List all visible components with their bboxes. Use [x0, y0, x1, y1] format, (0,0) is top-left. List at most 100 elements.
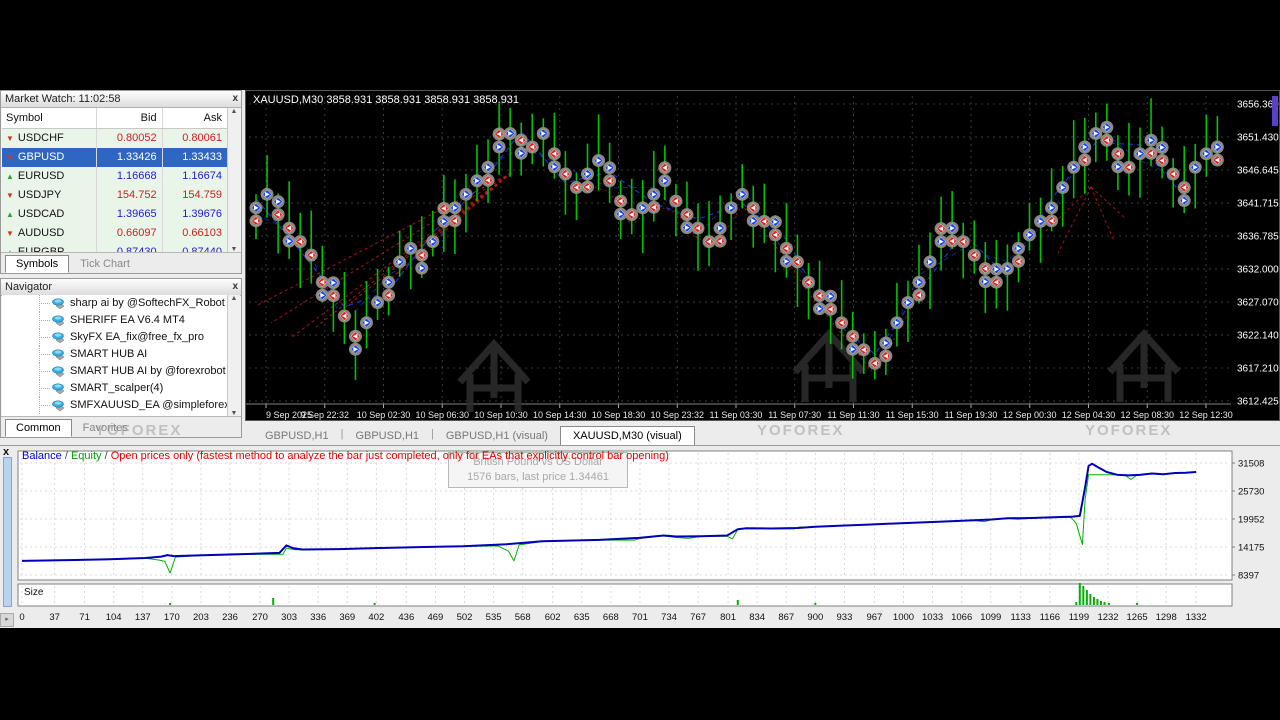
market-watch-row[interactable]: ▼USDJPY154.752154.759 — [2, 186, 228, 205]
tester-value-axis-label: 25730 — [1238, 487, 1264, 498]
symbol-name: USDJPY — [18, 186, 61, 205]
navigator-scrollbar[interactable]: ▲ ▼ — [227, 295, 240, 417]
navigator-ea-item[interactable]: SMFXAUUSD_EA @simpleforex — [2, 397, 228, 414]
market-watch-title-text: Market Watch: 11:02:58 — [5, 93, 121, 105]
market-watch-row[interactable]: ▼AUDUSD0.660970.66103 — [2, 224, 228, 243]
market-watch-header: Symbol Bid Ask — [2, 108, 228, 129]
tab-tick-chart[interactable]: Tick Chart — [69, 255, 141, 273]
ea-name: SMART HUB AI by @forexrobot — [70, 363, 226, 380]
expert-advisor-icon — [52, 349, 66, 361]
time-axis-label: 11 Sep 03:30 — [710, 410, 763, 420]
tester-chart-canvas[interactable]: 0377110413717020323627030333636940243646… — [0, 446, 1280, 629]
navigator-tree: sharp ai by @SoftechFX_RobotSHERIFF EA V… — [2, 295, 228, 417]
close-icon[interactable]: x — [232, 279, 238, 295]
ea-name: SkyFX EA_fix@free_fx_pro — [70, 329, 204, 346]
expert-advisor-icon — [52, 332, 66, 344]
time-axis-label: 10 Sep 23:32 — [650, 410, 704, 420]
expert-advisor-icon — [52, 298, 66, 310]
tester-bar-axis-label: 336 — [310, 612, 326, 623]
bid-value: 1.33426 — [97, 148, 162, 167]
tester-bar-axis-label: 436 — [398, 612, 414, 623]
resize-grip-icon[interactable]: ▸ — [0, 613, 14, 627]
price-down-icon: ▼ — [6, 230, 14, 238]
price-axis-label: 3612.425 — [1237, 397, 1279, 408]
market-watch-rows: ▼USDCHF0.800520.80061▼GBPUSD1.334261.334… — [2, 129, 228, 253]
ask-value: 1.16674 — [163, 167, 228, 186]
tester-value-axis-label: 31508 — [1238, 459, 1264, 470]
col-bid[interactable]: Bid — [97, 108, 162, 128]
col-ask[interactable]: Ask — [163, 108, 228, 128]
ea-name: SMFXAUUSD_EA @simpleforex — [70, 397, 228, 414]
tester-bar-axis-label: 635 — [574, 612, 590, 623]
tooltip-bars-info: 1576 bars, last price 1.34461 — [449, 470, 627, 485]
ask-value: 1.39676 — [163, 205, 228, 224]
tab-common[interactable]: Common — [5, 419, 72, 437]
ask-value: 154.759 — [163, 186, 228, 205]
tab-favorites[interactable]: Favorites — [72, 419, 139, 437]
tester-bar-axis-label: 170 — [164, 612, 180, 623]
navigator-ea-item[interactable]: sharp ai by @SoftechFX_Robot — [2, 295, 228, 312]
time-axis-label: 12 Sep 12:30 — [1179, 410, 1233, 420]
market-watch-row[interactable]: ▼USDCHF0.800520.80061 — [2, 129, 228, 148]
ea-name: sharp ai by @SoftechFX_Robot — [70, 295, 225, 312]
navigator-ea-item[interactable]: SMART_scalper(4) — [2, 380, 228, 397]
price-down-icon: ▼ — [6, 192, 14, 200]
tester-bar-axis-label: 137 — [135, 612, 151, 623]
navigator-ea-item[interactable]: SMART HUB AI — [2, 346, 228, 363]
chart-tab-3[interactable]: XAUUSD,M30 (visual) — [560, 426, 695, 445]
bid-value: 1.16668 — [97, 167, 162, 186]
expert-advisor-icon — [52, 366, 66, 378]
price-chart-canvas[interactable]: 3656.3603651.4303646.6453641.7153636.785… — [246, 91, 1279, 420]
tester-bar-axis-label: 1265 — [1127, 612, 1148, 623]
close-icon[interactable]: x — [232, 91, 238, 107]
price-axis-label: 3641.715 — [1237, 199, 1279, 210]
tester-bar-axis-label: 933 — [837, 612, 853, 623]
tab-symbols[interactable]: Symbols — [5, 255, 69, 273]
market-watch-panel: Market Watch: 11:02:58 x Symbol Bid Ask … — [0, 90, 242, 274]
navigator-ea-item[interactable]: SHERIFF EA V6.4 MT4 — [2, 312, 228, 329]
price-axis-label: 3636.785 — [1237, 232, 1279, 243]
market-watch-row[interactable]: ▼GBPUSD1.334261.33433 — [2, 148, 228, 167]
scroll-up-icon[interactable]: ▲ — [231, 295, 238, 302]
price-axis-label: 3632.000 — [1237, 265, 1279, 276]
tester-scrollbar[interactable] — [3, 457, 12, 607]
expert-advisor-icon — [52, 400, 66, 412]
tester-bar-axis-label: 1000 — [893, 612, 914, 623]
time-axis-label: 10 Sep 14:30 — [533, 410, 587, 420]
navigator-tabs: CommonFavorites — [1, 416, 241, 437]
scroll-up-icon[interactable]: ▲ — [231, 108, 238, 115]
tester-bar-axis-label: 1099 — [980, 612, 1001, 623]
navigator-ea-item[interactable]: SkyFX EA_fix@free_fx_pro — [2, 329, 228, 346]
time-axis-label: 11 Sep 15:30 — [886, 410, 939, 420]
price-up-icon: ▲ — [6, 173, 14, 181]
market-watch-row[interactable]: ▲EURUSD1.166681.16674 — [2, 167, 228, 186]
col-symbol[interactable]: Symbol — [2, 108, 97, 128]
price-axis-label: 3622.140 — [1237, 331, 1279, 342]
chart-tab-1[interactable]: GBPUSD,H1 — [343, 427, 431, 445]
market-watch-scrollbar[interactable]: ▲ ▼ — [227, 108, 240, 253]
navigator-panel: Navigator x sharp ai by @SoftechFX_Robot… — [0, 278, 242, 438]
symbol-name: AUDUSD — [18, 224, 64, 243]
tester-bar-axis-label: 767 — [690, 612, 706, 623]
navigator-ea-item[interactable]: SMART HUB AI by @forexrobot — [2, 363, 228, 380]
tester-bar-axis-label: 900 — [807, 612, 823, 623]
chart-tab-0[interactable]: GBPUSD,H1 — [253, 427, 341, 445]
ea-name: SHERIFF EA V6.4 MT4 — [70, 312, 185, 329]
time-axis-label: 11 Sep 07:30 — [768, 410, 821, 420]
price-chart-window[interactable]: XAUUSD,M30 3858.931 3858.931 3858.931 38… — [245, 90, 1280, 421]
chart-tab-2[interactable]: GBPUSD,H1 (visual) — [434, 427, 560, 445]
yoforex-logo-watermark — [460, 344, 528, 412]
tester-bar-axis-label: 37 — [49, 612, 60, 623]
tester-bar-axis-label: 568 — [515, 612, 531, 623]
yoforex-logo-watermark — [1110, 334, 1178, 402]
ask-value: 1.33433 — [163, 148, 228, 167]
price-axis-label: 3646.645 — [1237, 166, 1279, 177]
tester-bar-axis-label: 734 — [661, 612, 677, 623]
tester-bar-axis-label: 867 — [778, 612, 794, 623]
tester-bar-axis-label: 369 — [339, 612, 355, 623]
price-axis-label: 3617.210 — [1237, 364, 1279, 375]
bid-value: 1.39665 — [97, 205, 162, 224]
tester-bar-axis-label: 602 — [545, 612, 561, 623]
market-watch-row[interactable]: ▲USDCAD1.396651.39676 — [2, 205, 228, 224]
price-down-icon: ▼ — [6, 135, 14, 143]
